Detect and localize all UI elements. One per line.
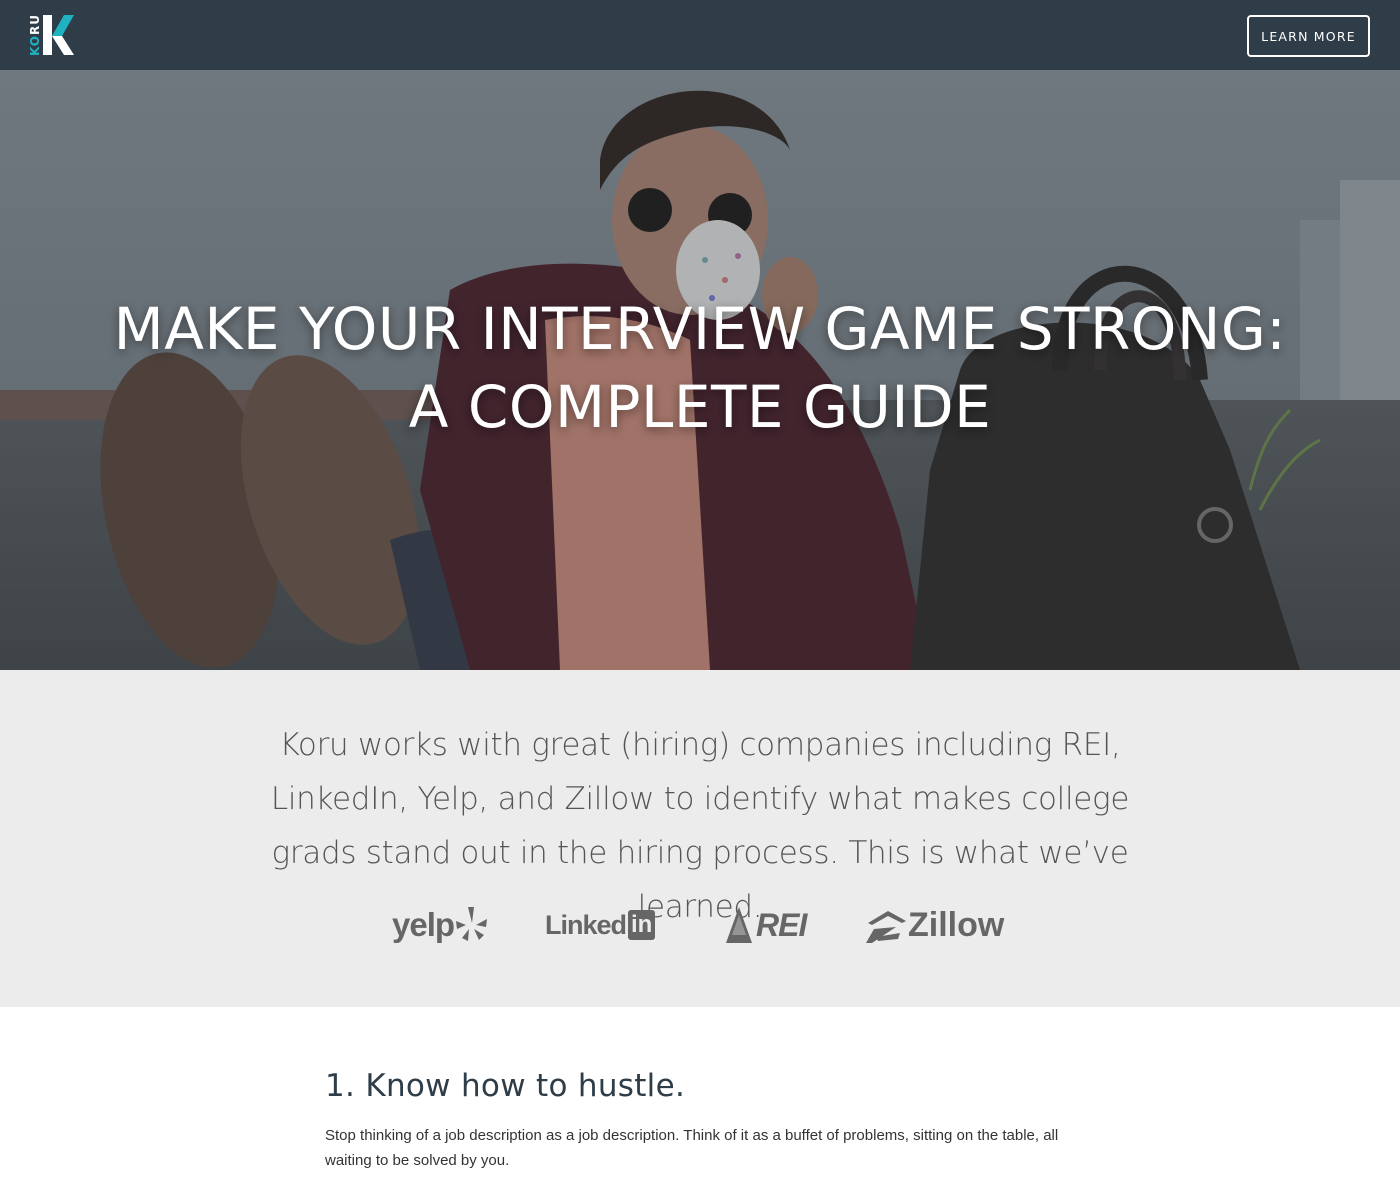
- hero-title-line-2: A COMPLETE GUIDE: [408, 373, 992, 441]
- learn-more-button[interactable]: LEARN MORE: [1247, 15, 1370, 57]
- koru-logo[interactable]: KORU: [28, 14, 76, 58]
- rei-mountain-icon: [726, 907, 752, 943]
- rei-logo: REI: [722, 895, 807, 955]
- section-heading: 1. Know how to hustle.: [325, 1068, 686, 1104]
- article-section: 1. Know how to hustle. Stop thinking of …: [325, 1067, 1085, 1173]
- zillow-house-icon: [866, 911, 906, 943]
- zillow-logo: Zillow: [864, 895, 1004, 955]
- partners-section: Koru works with great (hiring) companies…: [0, 670, 1400, 1007]
- partner-logos: yelp Linked in REI Zillow: [0, 895, 1400, 955]
- koru-logo-wordmark: KORU: [28, 14, 42, 56]
- hero-banner: MAKE YOUR INTERVIEW GAME STRONG: A COMPL…: [0, 70, 1400, 670]
- yelp-logo: yelp: [392, 895, 488, 955]
- koru-logo-icon: [43, 15, 74, 55]
- hero-title: MAKE YOUR INTERVIEW GAME STRONG: A COMPL…: [0, 290, 1400, 446]
- hero-title-line-1: MAKE YOUR INTERVIEW GAME STRONG:: [113, 295, 1287, 363]
- section-body-text: Stop thinking of a job description as a …: [325, 1127, 1059, 1169]
- linkedin-logo: Linked in: [545, 895, 656, 955]
- yelp-burst-icon: [456, 907, 488, 941]
- top-navigation-bar: KORU LEARN MORE: [0, 0, 1400, 70]
